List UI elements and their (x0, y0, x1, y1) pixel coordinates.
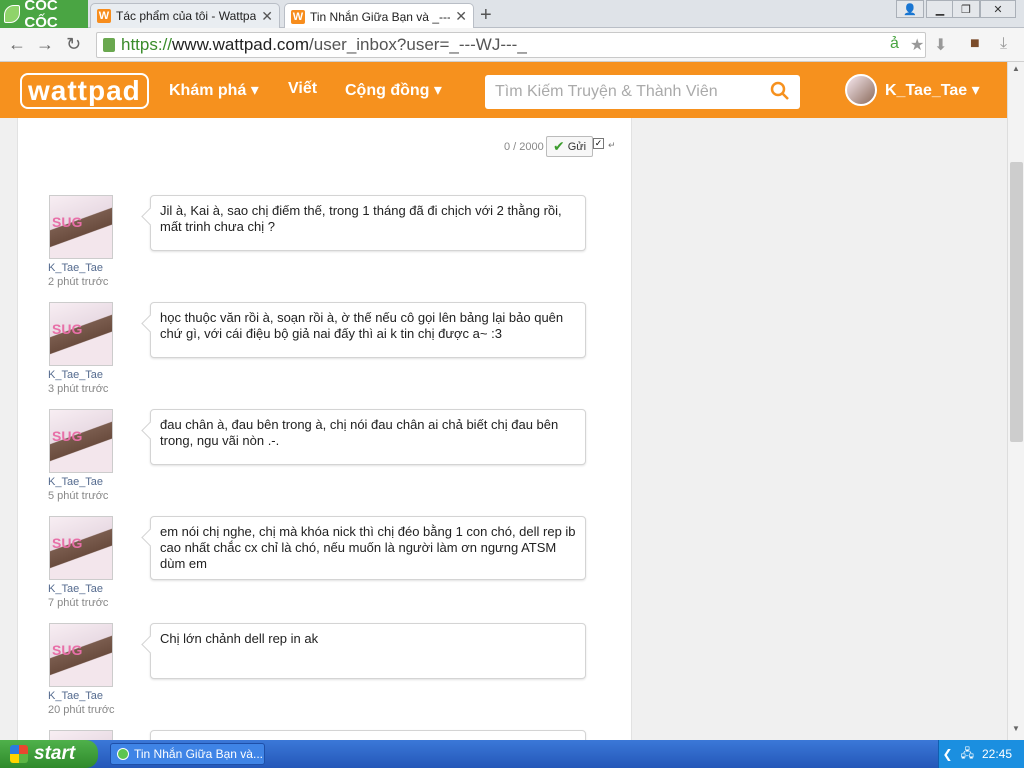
coccoc-icon (117, 748, 129, 760)
avatar[interactable] (49, 730, 113, 740)
url-path: /user_inbox?user=_---WJ---_ (309, 35, 527, 54)
char-counter: 0 / 2000 (504, 141, 544, 153)
inbox-page: 0 / 2000 ✔ Gửi ✓ ↵ K_Tae_Tae 2 phút trướ… (0, 118, 1007, 740)
taskbar-window-item[interactable]: Tin Nhắn Giữa Bạn và... (110, 743, 265, 765)
send-label: Gửi (567, 140, 587, 153)
clock: 22:45 (981, 747, 1012, 761)
message-username[interactable]: K_Tae_Tae (48, 369, 103, 381)
tray-expand-icon[interactable]: ❮ (943, 747, 953, 761)
scroll-thumb[interactable] (1010, 162, 1023, 442)
message-time: 7 phút trước (48, 597, 109, 609)
coccoc-logo[interactable]: CỐC CỐC (0, 0, 88, 31)
url-scheme: https:// (121, 35, 173, 54)
avatar[interactable] (49, 623, 113, 687)
scroll-up-icon[interactable]: ▲ (1012, 64, 1020, 73)
new-tab-icon[interactable]: + (480, 4, 492, 27)
message-bubble: học thuộc văn rồi à, soạn rồi à, ờ thế n… (150, 302, 586, 358)
coccoc-leaf-icon (4, 5, 21, 23)
message-time: 2 phút trước (48, 276, 109, 288)
avatar (845, 74, 877, 106)
forward-icon[interactable]: → (36, 34, 54, 55)
message-bubble: đau chân à, đau bên trong à, chị nói đau… (150, 409, 586, 465)
tab-label: Tin Nhắn Giữa Bạn và _---WJ (310, 9, 450, 24)
message-panel: 0 / 2000 ✔ Gửi ✓ ↵ K_Tae_Tae 2 phút trướ… (17, 118, 632, 740)
message-bubble: Jil à, Kai à, sao chị điếm thế, trong 1 … (150, 195, 586, 251)
scroll-down-icon[interactable]: ▼ (1012, 724, 1020, 733)
close-icon[interactable]: ✕ (261, 8, 273, 25)
brand-label: CỐC CỐC (24, 0, 58, 31)
start-label: start (34, 743, 76, 764)
back-icon[interactable]: ← (8, 34, 26, 55)
browser-tabstrip: CỐC CỐC W Tác phẩm của tôi - Wattpad ✕ W… (0, 0, 1024, 31)
url-host: www.wattpad.com (172, 35, 310, 54)
send-button[interactable]: ✔ Gửi (546, 136, 594, 157)
message-item: K_Tae_Tae 2 phút trước Jil à, Kai à, sao… (48, 195, 588, 295)
message-item: K_Tae_Tae 20 phút trước Chị lớn chảnh de… (48, 623, 588, 723)
windows-taskbar: start Tin Nhắn Giữa Bạn và... ❮ 🖧 22:45 (0, 740, 1024, 768)
message-bubble: Chị lớn chảnh dell rep in ak (150, 623, 586, 679)
user-menu[interactable]: K_Tae_Tae ▾ (845, 74, 980, 106)
restore-icon[interactable]: ❐ (952, 0, 980, 18)
nav-write[interactable]: Viết (288, 80, 317, 98)
instagram-icon[interactable]: ■ (970, 35, 980, 53)
network-icon[interactable]: 🖧 (961, 744, 974, 765)
enter-key-icon: ↵ (608, 140, 616, 150)
page-scrollbar[interactable]: ▲ ▼ (1007, 62, 1024, 740)
message-item: K_Tae_Tae 5 phút trước đau chân à, đau b… (48, 409, 588, 509)
close-icon[interactable]: ✕ (455, 8, 467, 25)
window-close-icon[interactable]: ✕ (980, 0, 1016, 18)
wattpad-logo[interactable]: wattpad (20, 73, 149, 109)
user-profile-icon[interactable]: 👤 (896, 0, 924, 18)
message-username[interactable]: K_Tae_Tae (48, 262, 103, 274)
avatar[interactable] (49, 409, 113, 473)
message-item: K_Tae_Tae 3 phút trước học thuộc văn rồi… (48, 302, 588, 402)
avatar[interactable] (49, 516, 113, 580)
wattpad-favicon-icon: W (97, 9, 111, 23)
message-bubble (150, 730, 586, 740)
enter-to-send-checkbox[interactable]: ✓ (593, 138, 604, 149)
translate-icon[interactable]: ả (890, 35, 899, 53)
download-icon[interactable]: ⤓ (1000, 35, 1007, 53)
system-tray: ❮ 🖧 22:45 (938, 740, 1024, 768)
tab-my-works[interactable]: W Tác phẩm của tôi - Wattpad ✕ (90, 3, 280, 28)
avatar[interactable] (49, 195, 113, 259)
header-username: K_Tae_Tae ▾ (885, 82, 980, 99)
nav-discover[interactable]: Khám phá ▾ (169, 80, 259, 100)
message-time: 20 phút trước (48, 704, 115, 716)
message-username[interactable]: K_Tae_Tae (48, 583, 103, 595)
tab-label: Tác phẩm của tôi - Wattpad (116, 9, 257, 23)
windows-logo-icon (10, 745, 28, 763)
url-input[interactable]: https://www.wattpad.com/user_inbox?user=… (96, 32, 926, 58)
address-bar: ← → ↻ https://www.wattpad.com/user_inbox… (0, 28, 1024, 62)
message-item: K_Tae_Tae 7 phút trước em nói chị nghe, … (48, 516, 588, 616)
start-button[interactable]: start (0, 740, 98, 768)
message-username[interactable]: K_Tae_Tae (48, 476, 103, 488)
checkmark-icon: ✔ (553, 138, 565, 154)
lock-icon (103, 38, 115, 52)
reload-icon[interactable]: ↻ (66, 34, 81, 55)
avatar[interactable] (49, 302, 113, 366)
message-bubble: em nói chị nghe, chị mà khóa nick thì ch… (150, 516, 586, 580)
nav-community[interactable]: Cộng đồng ▾ (345, 80, 442, 100)
message-time: 5 phút trước (48, 490, 109, 502)
message-username[interactable]: K_Tae_Tae (48, 690, 103, 702)
search-icon[interactable] (770, 81, 790, 101)
wattpad-favicon-icon: W (291, 9, 305, 24)
message-item (48, 730, 588, 740)
taskbar-window-label: Tin Nhắn Giữa Bạn và... (134, 747, 263, 761)
star-icon[interactable]: ★ (910, 35, 924, 55)
download-arrow-icon[interactable]: ⬇ (934, 35, 947, 55)
wattpad-header: wattpad Khám phá ▾ Viết Cộng đồng ▾ Tìm … (0, 62, 1007, 118)
minimize-icon[interactable]: ▁ (926, 0, 954, 18)
search-input[interactable]: Tìm Kiếm Truyện & Thành Viên (485, 75, 800, 109)
message-time: 3 phút trước (48, 383, 109, 395)
search-placeholder: Tìm Kiếm Truyện & Thành Viên (495, 83, 718, 100)
tab-messages[interactable]: W Tin Nhắn Giữa Bạn và _---WJ ✕ (284, 3, 474, 29)
